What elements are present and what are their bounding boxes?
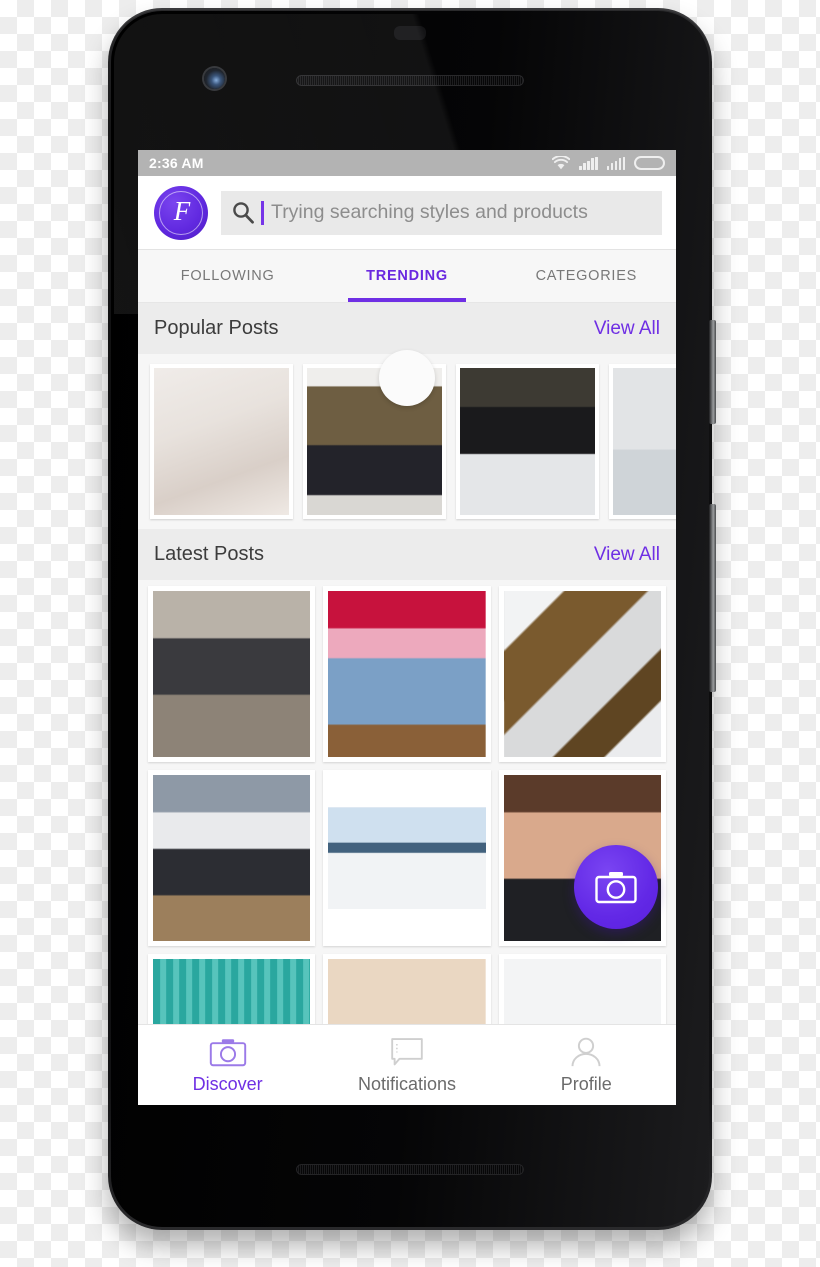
post-card[interactable] (498, 586, 666, 762)
nav-item-discover[interactable]: Discover (138, 1037, 317, 1095)
post-thumbnail (503, 591, 661, 757)
post-card[interactable] (150, 364, 293, 519)
post-thumbnail (153, 959, 311, 1024)
pull-to-refresh-spinner (379, 350, 435, 406)
search-icon (233, 202, 254, 224)
post-thumbnail (328, 591, 486, 757)
volume-rocker-button[interactable] (709, 504, 716, 692)
camera-icon (595, 872, 637, 904)
person-icon (571, 1037, 601, 1067)
post-thumbnail (503, 959, 661, 1024)
post-thumbnail (460, 368, 595, 515)
phone-screen: 2:36 AM F Trying searching styles and pr… (138, 150, 676, 1105)
latest-posts-title: Latest Posts (154, 543, 265, 565)
speech-bubble-icon (391, 1038, 423, 1066)
app-bar: F Trying searching styles and products (138, 176, 676, 250)
post-card[interactable] (609, 364, 676, 519)
front-camera (204, 68, 225, 89)
camera-icon (209, 1039, 246, 1067)
bottom-speaker (296, 1164, 524, 1175)
create-post-fab[interactable] (574, 845, 658, 929)
status-bar-time: 2:36 AM (149, 155, 204, 171)
post-card[interactable] (323, 770, 491, 946)
post-card[interactable] (323, 586, 491, 762)
popular-posts-title: Popular Posts (154, 317, 279, 339)
nav-label-profile: Profile (560, 1074, 612, 1094)
status-bar-icons (552, 156, 665, 170)
post-thumbnail (328, 806, 486, 910)
nav-label-notifications: Notifications (357, 1074, 457, 1094)
post-card[interactable] (498, 954, 666, 1024)
signal-icon-sim1 (579, 156, 598, 170)
post-thumbnail (154, 368, 289, 515)
post-thumbnail (613, 368, 676, 515)
battery-icon (634, 156, 665, 170)
content-scroll-area[interactable]: Popular Posts View All Latest Posts View… (138, 303, 676, 1024)
app-logo-monogram: F (173, 196, 191, 226)
post-card[interactable] (148, 586, 316, 762)
post-card[interactable] (456, 364, 599, 519)
tab-trending[interactable]: TRENDING (317, 250, 496, 302)
post-card[interactable] (148, 770, 316, 946)
search-input[interactable]: Trying searching styles and products (221, 190, 662, 235)
post-thumbnail (153, 775, 311, 941)
status-bar: 2:36 AM (138, 150, 676, 176)
tab-bar: FOLLOWING TRENDING CATEGORIES (138, 250, 676, 303)
post-card[interactable] (148, 954, 316, 1024)
latest-posts-view-all[interactable]: View All (594, 544, 660, 566)
tab-following[interactable]: FOLLOWING (138, 250, 317, 302)
post-thumbnail (153, 591, 311, 757)
popular-posts-view-all[interactable]: View All (594, 318, 660, 340)
latest-posts-grid (138, 580, 676, 1024)
nav-label-discover: Discover (192, 1074, 263, 1094)
bottom-navigation: Discover Notifications Profile (138, 1024, 676, 1105)
app-logo[interactable]: F (154, 185, 208, 240)
earpiece-speaker (296, 75, 524, 86)
power-button[interactable] (709, 320, 716, 424)
post-thumbnail (328, 959, 486, 1024)
search-placeholder: Trying searching styles and products (271, 201, 588, 223)
proximity-sensor (394, 26, 426, 40)
signal-icon-sim2 (606, 156, 625, 170)
latest-posts-header: Latest Posts View All (138, 529, 676, 580)
nav-item-profile[interactable]: Profile (497, 1037, 676, 1095)
wifi-icon (552, 156, 570, 170)
tab-categories[interactable]: CATEGORIES (497, 250, 676, 302)
nav-item-notifications[interactable]: Notifications (317, 1037, 496, 1095)
text-cursor (261, 200, 264, 225)
post-card[interactable] (323, 954, 491, 1024)
popular-posts-header: Popular Posts View All (138, 303, 676, 354)
